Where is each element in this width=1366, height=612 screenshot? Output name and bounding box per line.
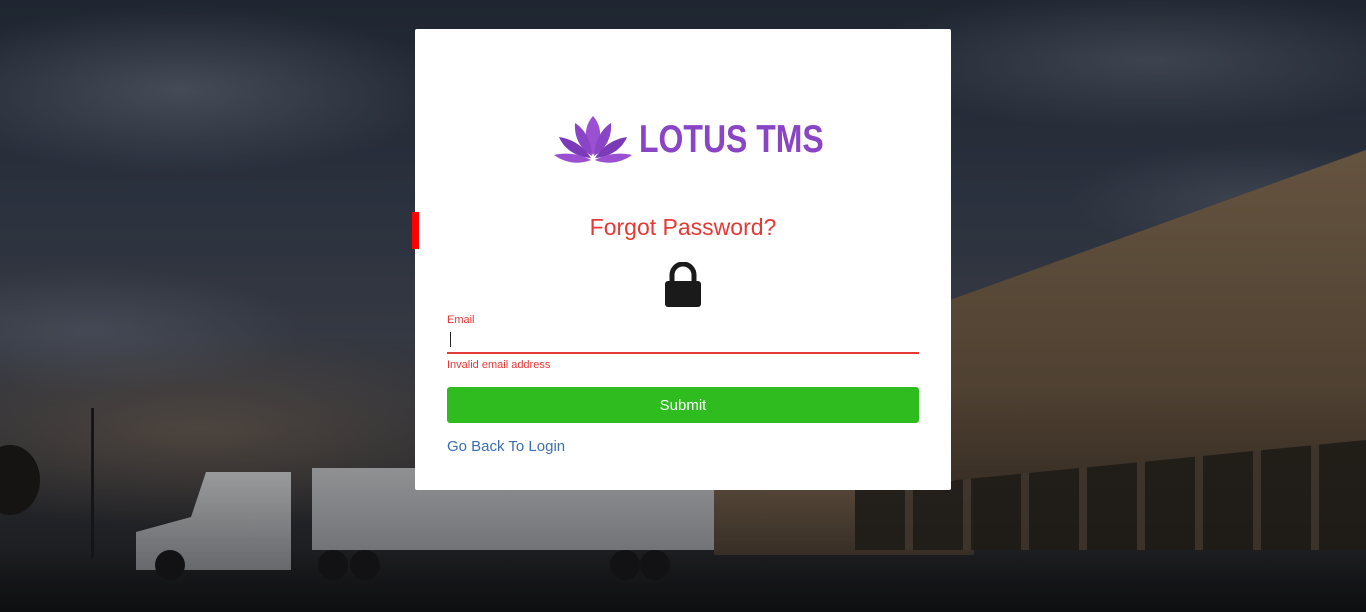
brand-logo: LOTUS TMS (553, 113, 864, 167)
text-cursor (450, 332, 451, 347)
email-input[interactable] (447, 328, 919, 354)
lock-icon (665, 262, 701, 307)
email-label: Email (447, 314, 475, 326)
page-title: Forgot Password? (589, 214, 777, 240)
go-back-to-login-link[interactable]: Go Back To Login (447, 438, 565, 455)
lotus-flower-icon (554, 116, 632, 163)
brand-name: LOTUS TMS (639, 118, 824, 161)
email-error-message: Invalid email address (447, 359, 551, 371)
submit-button[interactable]: Submit (447, 387, 919, 423)
